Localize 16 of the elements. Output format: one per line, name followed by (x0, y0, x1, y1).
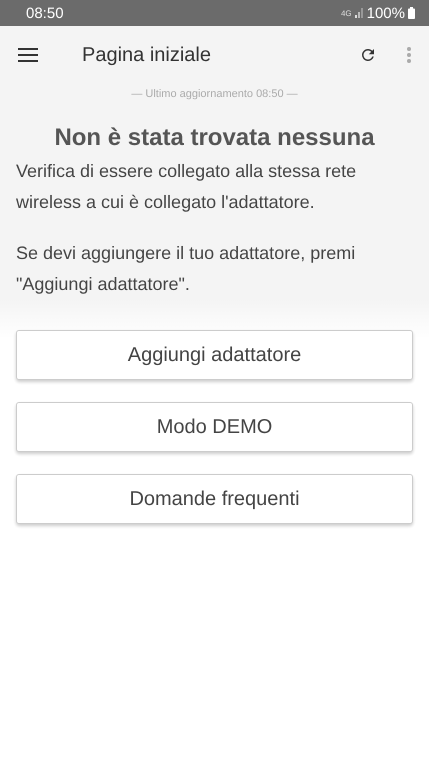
action-button[interactable]: Domande frequenti (16, 474, 413, 524)
action-button[interactable]: Modo DEMO (16, 402, 413, 452)
signal-icon (354, 8, 364, 18)
action-button[interactable]: Aggiungi adattatore (16, 330, 413, 380)
menu-icon (18, 48, 38, 62)
battery-percent: 100% (366, 4, 405, 22)
message-text: Se devi aggiungere il tuo adattatore, premi "Aggiungi adattatore". (16, 242, 356, 296)
refresh-icon (359, 46, 377, 64)
status-time: 08:50 (26, 4, 64, 22)
more-icon (407, 47, 411, 63)
network-type: 4G (340, 8, 352, 18)
page-title: Pagina iniziale (82, 44, 212, 66)
heading: Non è stata trovata nessuna (53, 124, 376, 152)
battery-icon (408, 7, 415, 19)
message-text: Verifica di essere collegato alla stessa rete wireless a cui è collegato l'adattatore. (16, 160, 358, 214)
last-update-text: — Ultimo aggiornamento 08:50 — (130, 88, 299, 100)
